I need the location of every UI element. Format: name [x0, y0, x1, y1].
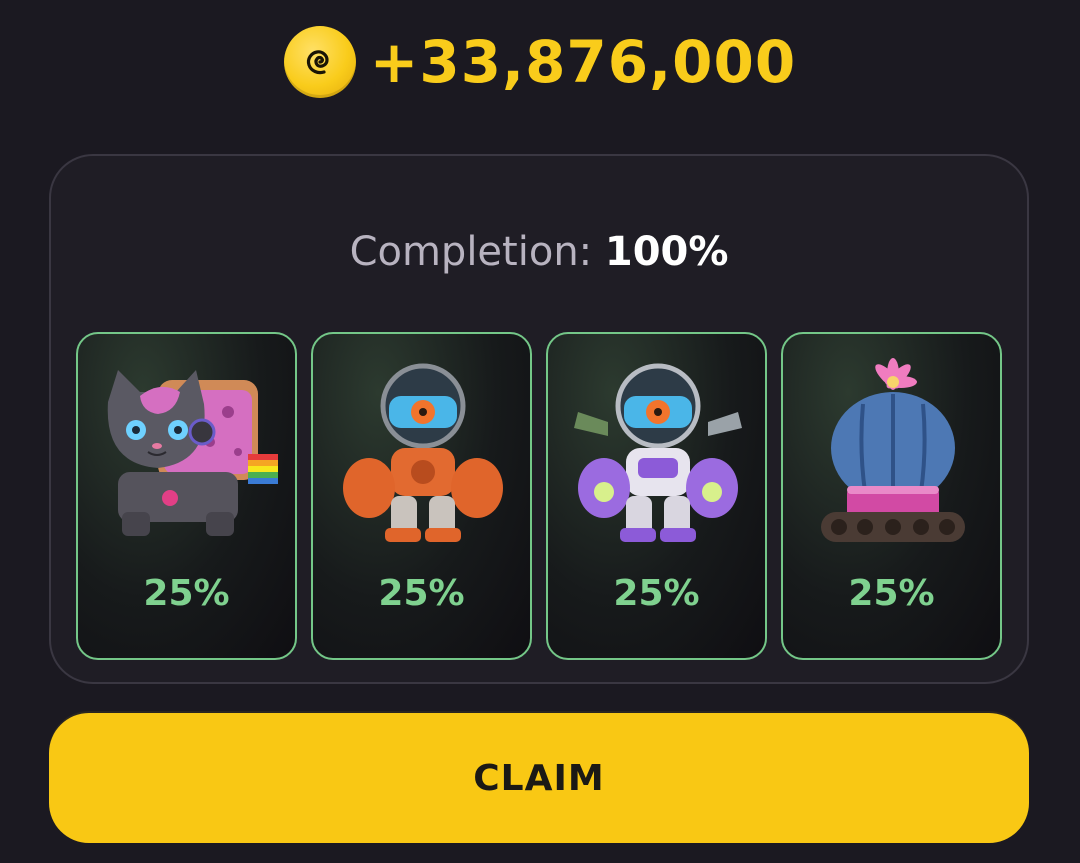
completion-value: 100%	[604, 229, 729, 275]
card-percent: 25%	[613, 573, 700, 614]
card-list: 25% 25% 25% 25%	[76, 332, 1002, 660]
cat-robot-icon	[107, 370, 278, 536]
reward-header: +33,876,000	[0, 26, 1080, 98]
card-percent: 25%	[378, 573, 465, 614]
card-purple-mech[interactable]: 25%	[546, 332, 767, 660]
card-orange-mech[interactable]: 25%	[311, 332, 532, 660]
card-percent: 25%	[143, 573, 230, 614]
coin-icon	[283, 26, 356, 98]
card-percent: 25%	[848, 573, 935, 614]
card-cactus-tank[interactable]: 25%	[781, 332, 1002, 660]
cactus-tank-icon	[821, 358, 965, 542]
claim-button[interactable]: CLAIM	[49, 713, 1029, 843]
reward-amount: +33,876,000	[369, 28, 797, 96]
purple-mech-icon	[574, 363, 742, 542]
card-cat-robot[interactable]: 25%	[76, 332, 297, 660]
completion-status: Completion: 100%	[51, 232, 1027, 272]
orange-mech-icon	[343, 363, 503, 542]
completion-panel: Completion: 100% 25% 25% 25% 25%	[49, 154, 1029, 684]
completion-label: Completion:	[349, 229, 593, 275]
